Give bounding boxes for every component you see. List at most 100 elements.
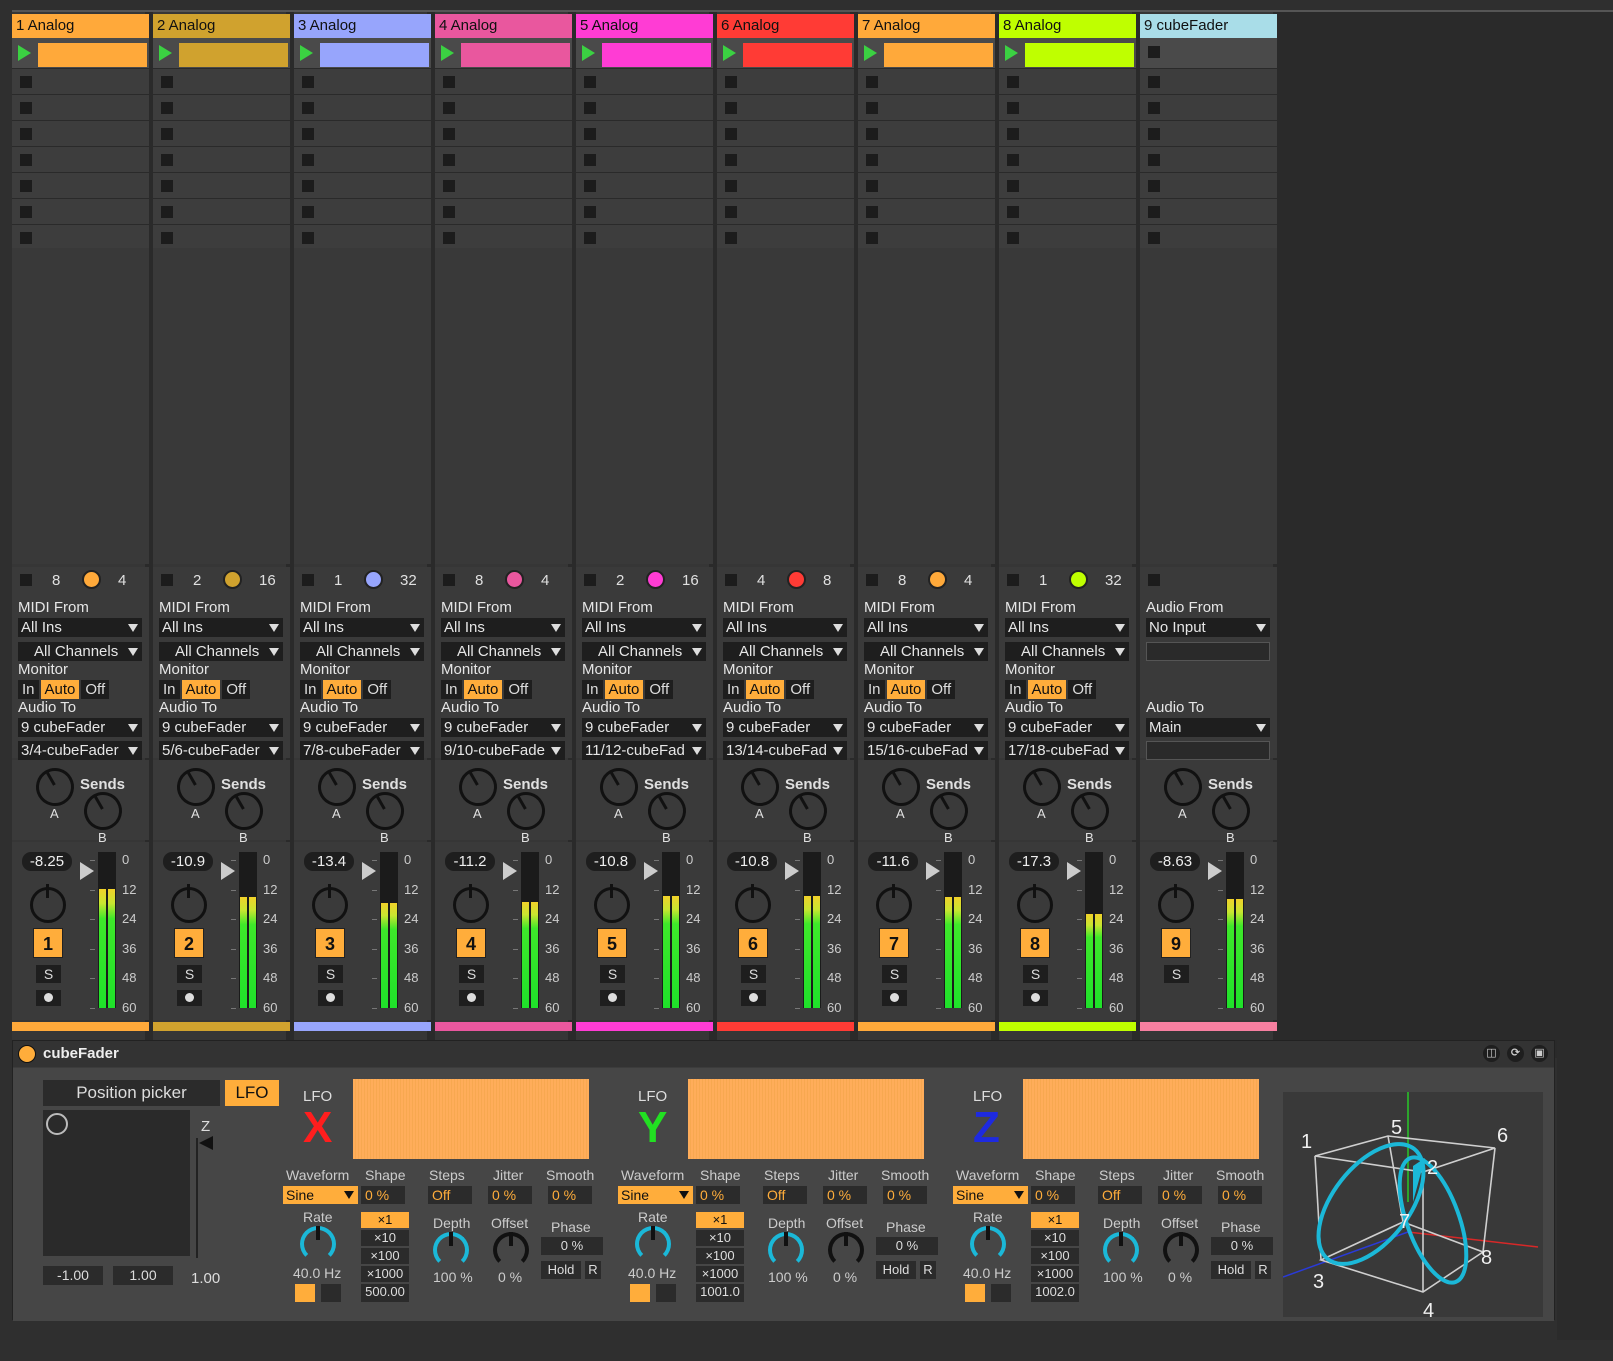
arm-record-icon[interactable] — [1023, 990, 1048, 1006]
pan-knob[interactable] — [594, 884, 630, 923]
clip-slot[interactable] — [576, 120, 713, 146]
clip-stop-icon[interactable] — [443, 232, 455, 244]
clip-stop-icon[interactable] — [1007, 206, 1019, 218]
rate-multiplier-button[interactable]: ×100 — [361, 1248, 409, 1264]
output-channel-dropdown[interactable]: 17/18-cubeFad — [1005, 741, 1129, 760]
clip-slot[interactable] — [12, 94, 149, 120]
output-dropdown[interactable]: 9 cubeFader — [18, 718, 142, 737]
clip-stop-icon[interactable] — [725, 180, 737, 192]
clip-slot[interactable] — [12, 172, 149, 198]
xy-position-pad[interactable] — [43, 1110, 190, 1256]
output-dropdown[interactable]: 9 cubeFader — [582, 718, 706, 737]
stop-all-icon[interactable] — [1148, 574, 1160, 586]
clip-stop-icon[interactable] — [1148, 102, 1160, 114]
device-power-icon[interactable] — [18, 1045, 36, 1063]
track-activator-button[interactable]: 8 — [1020, 928, 1050, 958]
arm-record-icon[interactable] — [318, 990, 343, 1006]
output-dropdown[interactable]: 9 cubeFader — [864, 718, 988, 737]
monitor-off-button[interactable]: Off — [222, 680, 251, 699]
clip-slot[interactable] — [576, 146, 713, 172]
monitor-auto-button[interactable]: Auto — [181, 680, 221, 699]
pad-x-min[interactable]: -1.00 — [43, 1266, 103, 1285]
clip-slot[interactable] — [12, 146, 149, 172]
clip-stop-icon[interactable] — [1148, 232, 1160, 244]
stop-all-icon[interactable] — [584, 574, 596, 586]
shape-value[interactable]: 0 % — [361, 1186, 405, 1204]
meter-peak-icon[interactable] — [362, 862, 376, 880]
pan-knob[interactable] — [171, 884, 207, 923]
clip-slot[interactable] — [435, 94, 572, 120]
rate-multiplier-button[interactable]: ×1 — [1031, 1212, 1079, 1228]
clip-slot[interactable] — [858, 146, 995, 172]
position-handle-icon[interactable] — [46, 1113, 68, 1135]
clip-stop-icon[interactable] — [302, 76, 314, 88]
clip-slot[interactable] — [435, 146, 572, 172]
offset-knob[interactable] — [493, 1232, 529, 1268]
output-dropdown[interactable]: Main — [1146, 718, 1270, 737]
steps-value[interactable]: Off — [1098, 1186, 1142, 1204]
input-source-dropdown[interactable]: All Ins — [18, 618, 142, 637]
track-color-dot-icon[interactable] — [82, 570, 101, 589]
clip-stop-icon[interactable] — [866, 232, 878, 244]
volume-readout[interactable]: -17.3 — [1009, 852, 1059, 871]
clip-area-empty[interactable] — [153, 248, 290, 564]
clip-stop-icon[interactable] — [725, 76, 737, 88]
clip-stop-icon[interactable] — [161, 154, 173, 166]
clip-stop-icon[interactable] — [1148, 46, 1160, 58]
clip-stop-icon[interactable] — [1148, 154, 1160, 166]
clip-slot[interactable] — [153, 68, 290, 94]
track-name-header[interactable]: 2 Analog — [153, 14, 290, 38]
clip-stop-icon[interactable] — [443, 76, 455, 88]
clip-slot[interactable] — [12, 224, 149, 250]
clip-slot[interactable] — [153, 120, 290, 146]
pan-knob[interactable] — [312, 884, 348, 923]
clip-play-icon[interactable] — [723, 45, 736, 61]
track-activator-button[interactable]: 2 — [174, 928, 204, 958]
clip-stop-icon[interactable] — [866, 206, 878, 218]
input-channel-dropdown[interactable]: All Channels — [18, 642, 142, 661]
z-slider-handle-icon[interactable] — [199, 1136, 213, 1150]
clip-stop-icon[interactable] — [1007, 128, 1019, 140]
meter-peak-icon[interactable] — [1208, 862, 1222, 880]
jitter-value[interactable]: 0 % — [488, 1186, 532, 1204]
solo-button[interactable]: S — [1164, 965, 1189, 983]
clip-stop-icon[interactable] — [1148, 180, 1160, 192]
clip-stop-icon[interactable] — [443, 102, 455, 114]
clip-stop-icon[interactable] — [725, 232, 737, 244]
input-source-dropdown[interactable]: No Input — [1146, 618, 1270, 637]
depth-knob[interactable] — [768, 1232, 804, 1268]
clip-slot[interactable] — [294, 198, 431, 224]
rate-multiplier-button[interactable]: ×1000 — [361, 1266, 409, 1282]
clip-slot[interactable] — [1140, 94, 1277, 120]
clip-stop-icon[interactable] — [866, 102, 878, 114]
clip-slot[interactable] — [435, 172, 572, 198]
lfo-toggle-button[interactable]: LFO — [225, 1080, 279, 1106]
clip-area-empty[interactable] — [435, 248, 572, 564]
track-name-header[interactable]: 9 cubeFader — [1140, 14, 1277, 38]
clip-area-empty[interactable] — [717, 248, 854, 564]
clip-slot[interactable] — [999, 198, 1136, 224]
output-dropdown[interactable]: 9 cubeFader — [723, 718, 847, 737]
arm-record-icon[interactable] — [882, 990, 907, 1006]
clip-stop-icon[interactable] — [443, 128, 455, 140]
clip-stop-icon[interactable] — [1007, 154, 1019, 166]
clip-slot[interactable] — [435, 120, 572, 146]
stop-all-icon[interactable] — [866, 574, 878, 586]
rate-free-toggle[interactable] — [321, 1284, 341, 1302]
input-channel-dropdown[interactable]: All Channels — [441, 642, 565, 661]
monitor-off-button[interactable]: Off — [363, 680, 392, 699]
clip-slot-filled[interactable] — [743, 43, 852, 67]
phase-hold-button[interactable]: Hold — [1211, 1261, 1251, 1279]
clip-slot[interactable] — [858, 198, 995, 224]
clip-slot[interactable] — [717, 120, 854, 146]
arm-record-icon[interactable] — [741, 990, 766, 1006]
clip-stop-icon[interactable] — [584, 206, 596, 218]
clip-stop-icon[interactable] — [302, 102, 314, 114]
clip-stop-icon[interactable] — [20, 102, 32, 114]
shape-value[interactable]: 0 % — [1031, 1186, 1075, 1204]
clip-slot-filled[interactable] — [320, 43, 429, 67]
z-slider[interactable] — [196, 1138, 198, 1258]
clip-stop-icon[interactable] — [866, 154, 878, 166]
monitor-in-button[interactable]: In — [864, 680, 885, 699]
rate-frequency-value[interactable]: 500.00 — [361, 1284, 409, 1302]
